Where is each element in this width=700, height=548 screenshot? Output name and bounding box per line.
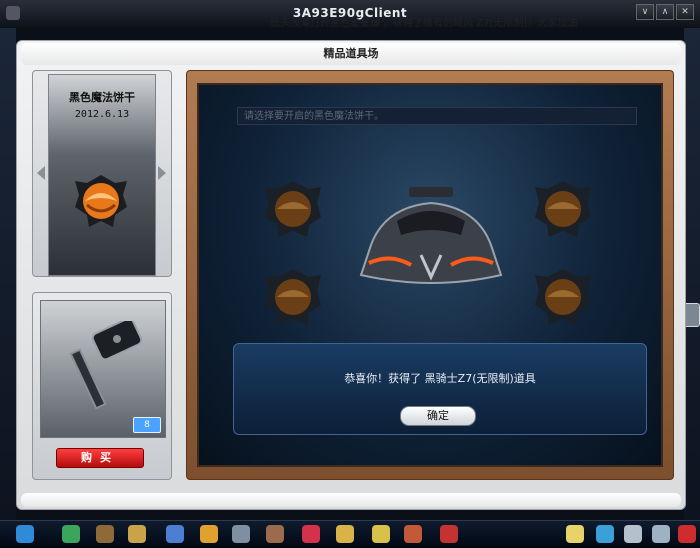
tool-card[interactable]: 8 [40, 300, 166, 438]
maximize-button[interactable]: ∧ [656, 4, 674, 20]
cookie-slot-4[interactable] [531, 265, 595, 329]
cookie-slot-1[interactable] [261, 177, 325, 241]
character-icon[interactable] [128, 525, 146, 543]
cookie-slot-2[interactable] [261, 265, 325, 329]
cookie-slot-3[interactable] [531, 177, 595, 241]
wings-icon[interactable] [372, 525, 390, 543]
minimize-button[interactable]: ∨ [636, 4, 654, 20]
ok-button[interactable]: 确定 [400, 406, 476, 426]
arrow-right-icon[interactable] [158, 166, 166, 180]
helmet-icon[interactable] [166, 525, 184, 543]
power-icon[interactable] [678, 525, 696, 543]
tools-icon[interactable] [624, 525, 642, 543]
open-hint-input: 请选择要开启的黑色魔法饼干。 [237, 107, 637, 125]
open-item-frame: 请选择要开启的黑色魔法饼干。 恭喜你！获得了 黑骑士Z7(无限制)道具 确定 [186, 70, 674, 480]
announcement-marquee: 低头浅薄打开黑色星星锤 ，获得了稀有的飓风 Z7(无限制)！大家加油 [270, 18, 578, 29]
item-count-badge: 8 [133, 417, 161, 433]
shop-title: 精品道具场 [323, 47, 379, 60]
mask-icon[interactable] [232, 525, 250, 543]
item-date: 2012.6.13 [74, 109, 130, 120]
start-icon[interactable] [16, 525, 34, 543]
car-icon [359, 187, 503, 284]
arrow-left-icon[interactable] [37, 166, 45, 180]
search-icon[interactable] [652, 525, 670, 543]
back-icon[interactable] [62, 525, 80, 543]
shop-icon[interactable] [96, 525, 114, 543]
buy-button[interactable]: 购买 [56, 448, 144, 468]
window-controls: ∨ ∧ ✕ [636, 4, 694, 20]
reward-dialog: 恭喜你！获得了 黑骑士Z7(无限制)道具 确定 [233, 343, 647, 435]
open-item-area: 请选择要开启的黑色魔法饼干。 恭喜你！获得了 黑骑士Z7(无限制)道具 确定 [197, 83, 663, 467]
background-left [0, 28, 16, 520]
badge-icon[interactable] [440, 525, 458, 543]
magic-cookie-icon [75, 175, 127, 227]
dice-icon[interactable] [596, 525, 614, 543]
hammer-icon [69, 321, 143, 410]
background-right [676, 28, 700, 520]
wrench-icon[interactable] [200, 525, 218, 543]
heart-icon[interactable] [302, 525, 320, 543]
taskbar [0, 520, 700, 548]
item-name: 黑色魔法饼干 [69, 91, 135, 104]
shop-footer-bar [21, 493, 681, 507]
reward-message: 恭喜你！获得了 黑骑士Z7(无限制)道具 [344, 372, 536, 385]
mask-icon[interactable] [266, 525, 284, 543]
book-icon[interactable] [404, 525, 422, 543]
close-button[interactable]: ✕ [676, 4, 694, 20]
note-icon[interactable] [566, 525, 584, 543]
lamp-icon[interactable] [336, 525, 354, 543]
